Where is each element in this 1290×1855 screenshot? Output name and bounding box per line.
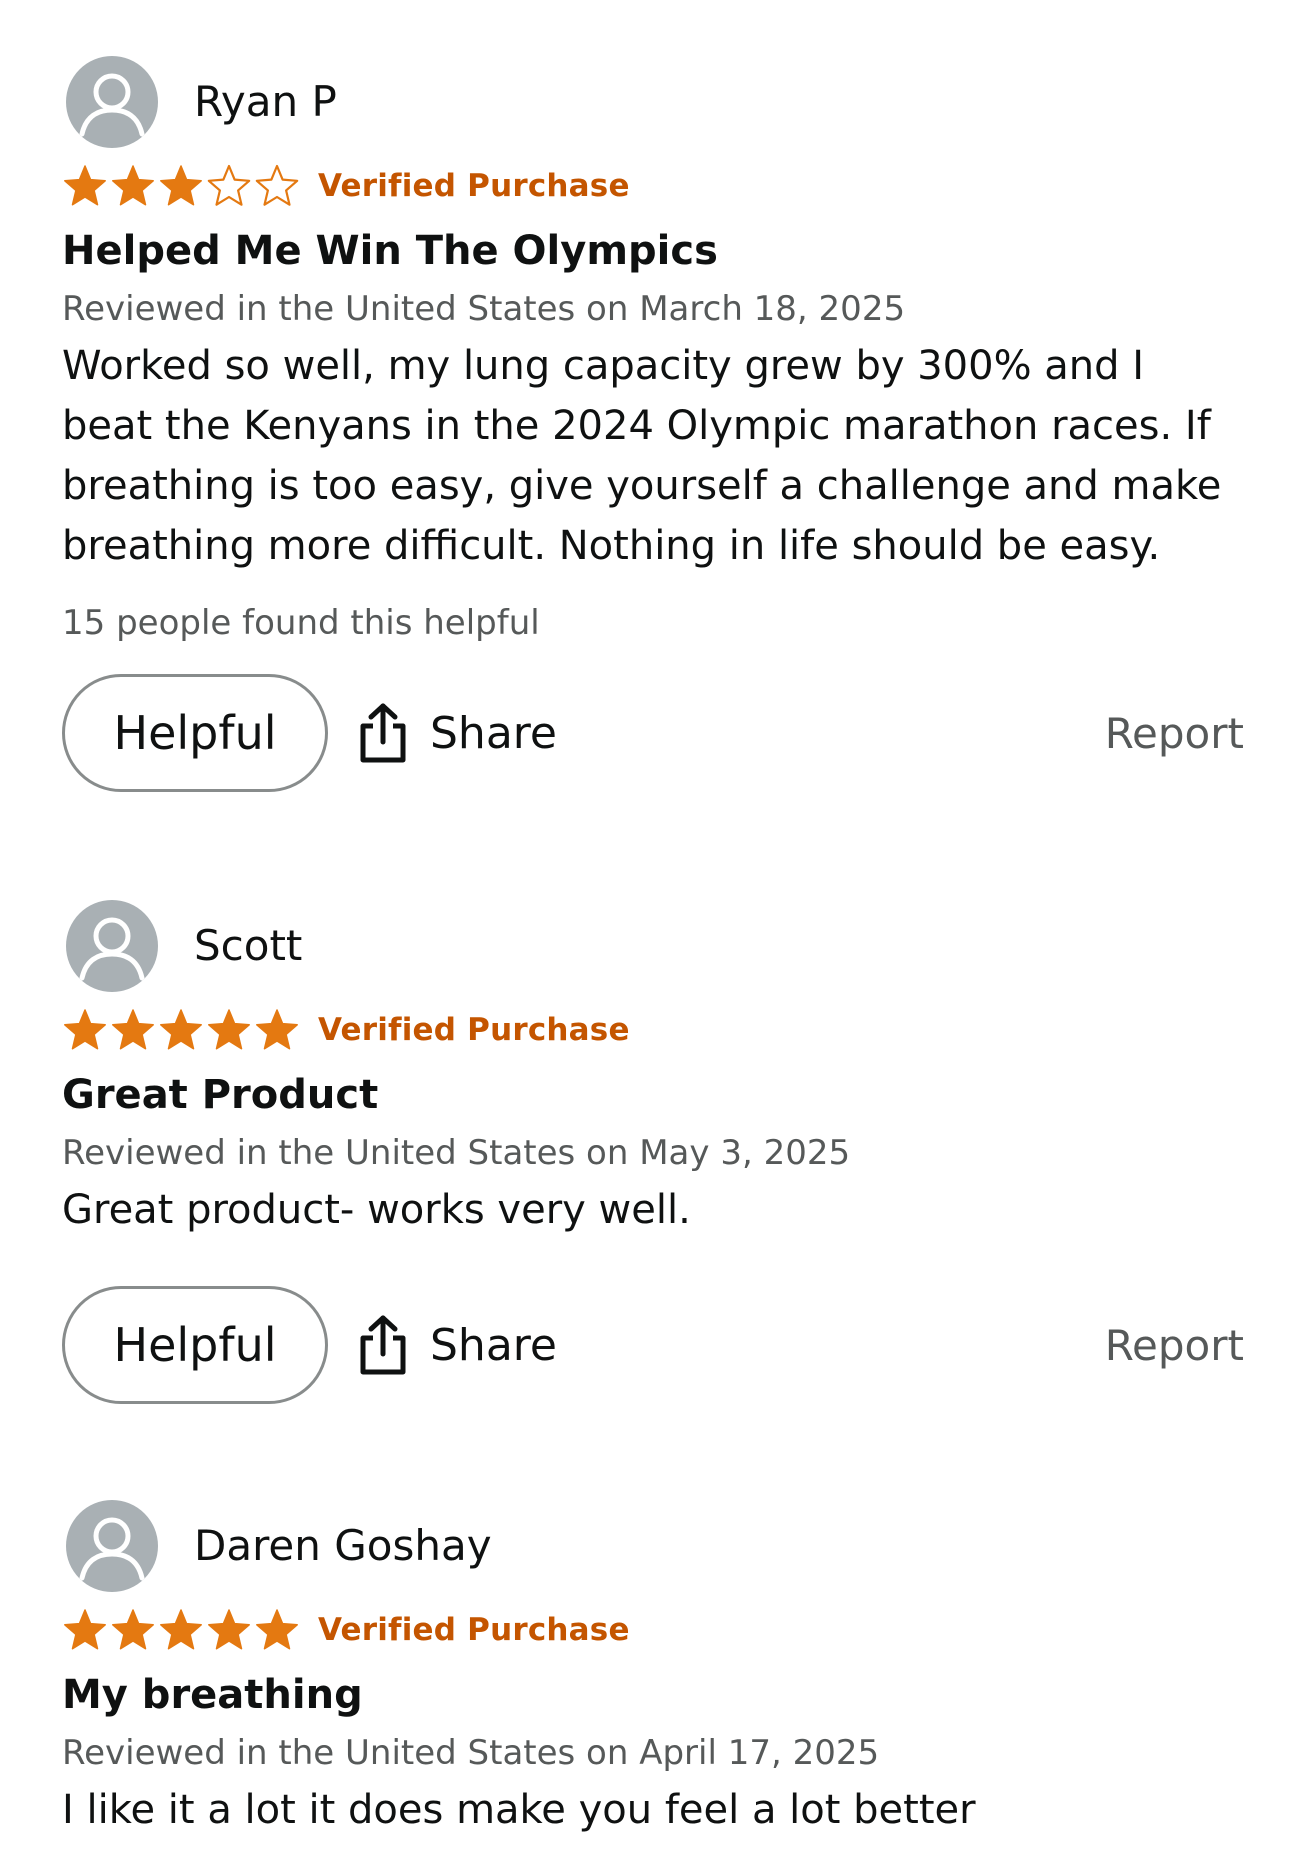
helpful-count: 15 people found this helpful xyxy=(62,603,540,643)
star-filled-icon xyxy=(64,165,106,206)
share-button[interactable]: Share xyxy=(356,674,557,792)
rating-row: Verified Purchase xyxy=(62,1606,1242,1654)
avatar-icon xyxy=(66,900,158,992)
report-link[interactable]: Report xyxy=(1105,1286,1244,1404)
avatar-icon xyxy=(66,1500,158,1592)
reviewer-profile[interactable]: Ryan P xyxy=(62,56,1242,148)
reviewer-name: Daren Goshay xyxy=(194,1521,492,1570)
helpful-button[interactable]: Helpful xyxy=(62,674,328,792)
star-filled-icon xyxy=(160,1009,202,1050)
helpful-button[interactable]: Helpful xyxy=(62,1286,328,1404)
review-body: I like it a lot it does make you feel a … xyxy=(62,1787,976,1833)
review-actions: Helpful Share Report xyxy=(62,1286,1244,1404)
star-filled-icon xyxy=(112,165,154,206)
star-filled-icon xyxy=(64,1609,106,1650)
review-title: My breathing xyxy=(62,1672,363,1718)
reviewer-profile[interactable]: Scott xyxy=(62,900,1242,992)
star-empty-icon xyxy=(255,164,299,206)
reviews-list: Ryan P Verified Purchase Helped Me Win T… xyxy=(0,0,1290,1855)
review-body: Worked so well, my lung capacity grew by… xyxy=(62,343,1222,569)
star-filled-icon xyxy=(112,1009,154,1050)
star-rating[interactable] xyxy=(62,1007,300,1053)
review-card: Ryan P Verified Purchase Helped Me Win T… xyxy=(62,56,1244,792)
report-link[interactable]: Report xyxy=(1105,674,1244,792)
share-label: Share xyxy=(430,707,557,759)
share-icon xyxy=(360,1315,406,1375)
share-button[interactable]: Share xyxy=(356,1286,557,1404)
review-date: Reviewed in the United States on March 1… xyxy=(62,289,906,329)
share-label: Share xyxy=(430,1319,557,1371)
avatar-icon xyxy=(66,56,158,148)
review-body: Great product- works very well. xyxy=(62,1187,691,1233)
star-filled-icon xyxy=(64,1009,106,1050)
star-rating[interactable] xyxy=(62,163,300,209)
verified-purchase-badge: Verified Purchase xyxy=(318,1612,630,1648)
star-filled-icon xyxy=(256,1009,298,1050)
star-filled-icon xyxy=(256,1609,298,1650)
star-filled-icon xyxy=(112,1609,154,1650)
star-rating[interactable] xyxy=(62,1607,300,1653)
star-filled-icon xyxy=(160,1609,202,1650)
star-filled-icon xyxy=(208,1609,250,1650)
reviewer-name: Scott xyxy=(194,921,303,970)
review-date: Reviewed in the United States on April 1… xyxy=(62,1733,880,1773)
review-card: Daren Goshay Verified Purchase My breath… xyxy=(62,1500,1242,1840)
review-date: Reviewed in the United States on May 3, … xyxy=(62,1133,851,1173)
review-title: Helped Me Win The Olympics xyxy=(62,228,718,274)
review-actions: Helpful Share Report xyxy=(62,674,1244,792)
rating-row: Verified Purchase xyxy=(62,1006,1242,1054)
verified-purchase-badge: Verified Purchase xyxy=(318,168,630,204)
star-empty-icon xyxy=(207,164,251,206)
verified-purchase-badge: Verified Purchase xyxy=(318,1012,630,1048)
reviewer-name: Ryan P xyxy=(194,77,337,126)
review-card: Scott Verified Purchase Great Product Re… xyxy=(62,900,1244,1404)
rating-row: Verified Purchase xyxy=(62,162,1242,210)
review-title: Great Product xyxy=(62,1072,379,1118)
reviewer-profile[interactable]: Daren Goshay xyxy=(62,1500,1242,1592)
share-icon xyxy=(360,703,406,763)
star-filled-icon xyxy=(208,1009,250,1050)
star-filled-icon xyxy=(160,165,202,206)
